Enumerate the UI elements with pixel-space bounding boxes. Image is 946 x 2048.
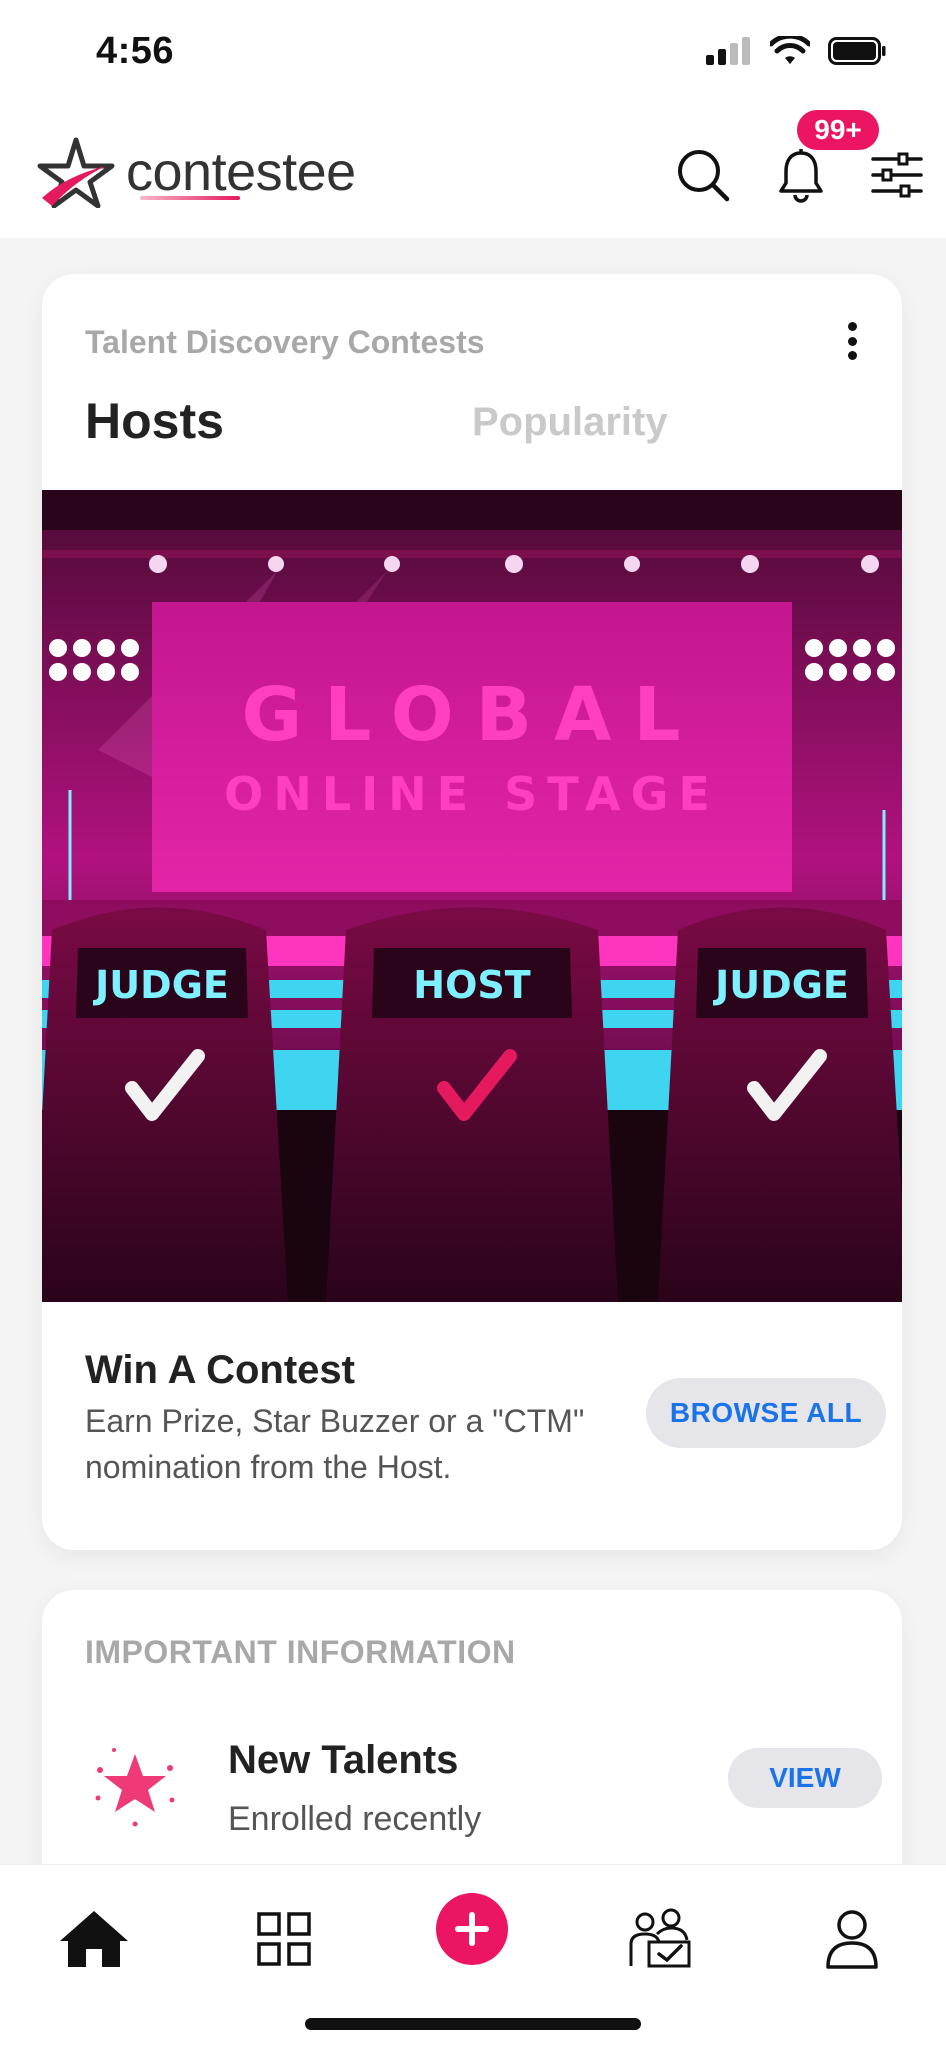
- sliders-icon: [871, 152, 923, 198]
- banner-title-line1: GLOBAL: [242, 672, 703, 758]
- judge-icon: [629, 1908, 691, 1968]
- chair-label-host: HOST: [413, 963, 530, 1007]
- win-contest-description: Earn Prize, Star Buzzer or a "CTM" nomin…: [85, 1403, 585, 1485]
- add-contest-button[interactable]: [436, 1893, 508, 1965]
- chair-right: JUDGE: [658, 907, 902, 1302]
- chair-left: JUDGE: [42, 907, 288, 1302]
- stage-illustration: GLOBAL ONLINE STAGE JUDGE HOST JUDGE: [42, 490, 902, 1302]
- view-new-talents-button[interactable]: VIEW: [728, 1748, 882, 1808]
- more-dot-icon: [847, 336, 857, 346]
- new-talents-subtitle: Enrolled recently: [228, 1800, 482, 1838]
- chair-label-judge-right: JUDGE: [712, 963, 849, 1007]
- chair-center: HOST: [326, 907, 618, 1302]
- signal-icon: [706, 37, 750, 65]
- tab-popularity[interactable]: Popularity: [472, 400, 668, 445]
- bell-icon: [779, 149, 823, 203]
- tab-profile[interactable]: [812, 1899, 892, 1979]
- status-icons: [706, 36, 886, 66]
- chair-label-judge-left: JUDGE: [92, 963, 229, 1007]
- win-contest-title: Win A Contest: [85, 1348, 355, 1392]
- wifi-icon: [770, 36, 810, 64]
- tab-judging[interactable]: [620, 1899, 700, 1979]
- home-icon: [60, 1911, 128, 1967]
- more-dot-icon: [847, 351, 857, 360]
- tab-categories[interactable]: [244, 1899, 324, 1979]
- logo-underline: [140, 196, 240, 200]
- search-button[interactable]: [670, 142, 736, 208]
- star-burst-icon: [95, 1748, 175, 1827]
- contests-card: Talent Discovery Contests Hosts Populari…: [42, 274, 902, 1550]
- status-time: 4:56: [96, 30, 175, 72]
- more-dot-icon: [847, 322, 857, 331]
- status-bar: 4:56: [0, 0, 946, 110]
- app-header: contestee 99+: [0, 110, 946, 238]
- browse-all-button[interactable]: BROWSE ALL: [646, 1378, 886, 1448]
- info-section-title: IMPORTANT INFORMATION: [85, 1634, 516, 1670]
- battery-icon: [828, 37, 886, 65]
- tab-home[interactable]: [54, 1899, 134, 1979]
- tab-hosts[interactable]: Hosts: [85, 392, 224, 450]
- add-icon: [455, 1912, 489, 1946]
- filter-button[interactable]: [864, 142, 930, 208]
- card-subtitle: Talent Discovery Contests: [85, 324, 485, 360]
- grid-icon: [257, 1912, 311, 1966]
- profile-icon: [826, 1910, 878, 1969]
- star-logo-icon: [37, 137, 115, 208]
- more-options-button[interactable]: [832, 316, 872, 366]
- notifications-button[interactable]: [768, 142, 834, 208]
- banner-title-line2: ONLINE STAGE: [224, 767, 720, 821]
- contest-banner-image[interactable]: GLOBAL ONLINE STAGE JUDGE HOST JUDGE: [42, 490, 902, 1302]
- home-indicator: [305, 2018, 641, 2030]
- logo-text: contestee: [126, 142, 356, 202]
- new-talents-title: New Talents: [228, 1738, 459, 1782]
- search-icon: [678, 150, 730, 202]
